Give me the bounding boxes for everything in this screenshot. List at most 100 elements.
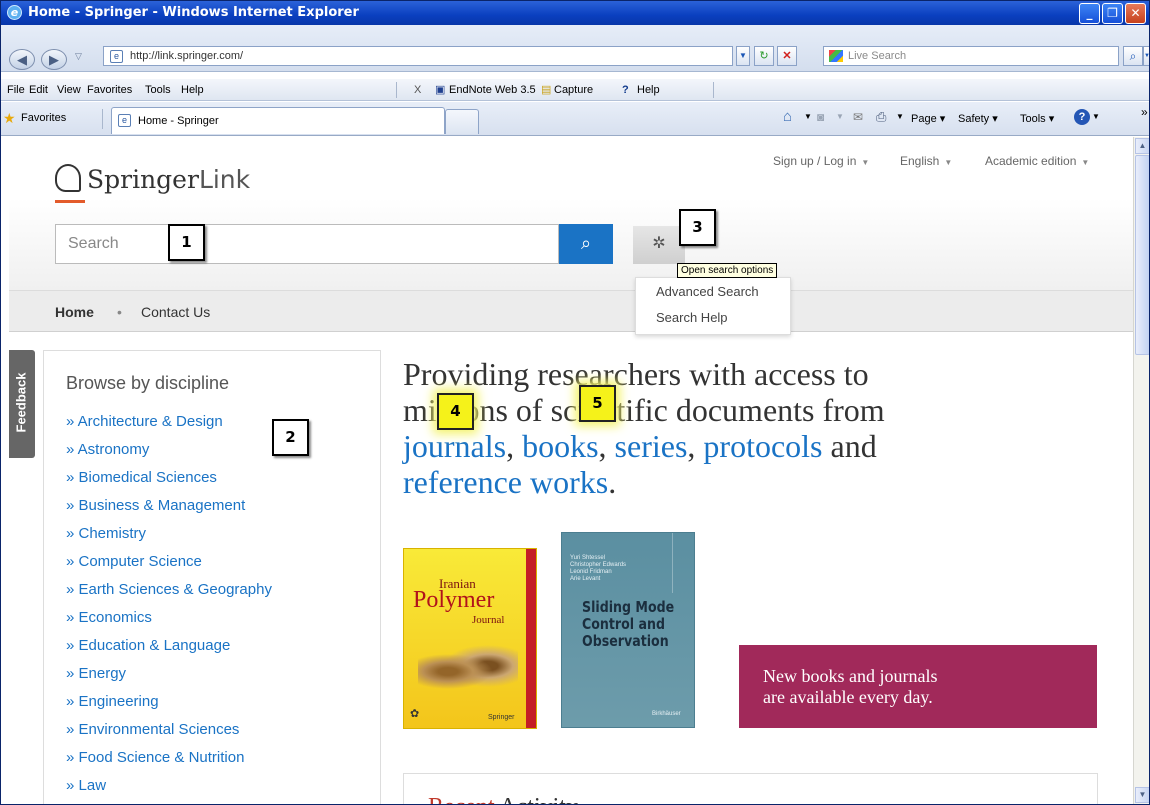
menu-tools[interactable]: Tools — [145, 79, 171, 101]
help-dropdown-icon[interactable]: ▼ — [1092, 112, 1100, 121]
hero-period: . — [608, 464, 617, 500]
close-button[interactable]: ✕ — [1125, 3, 1146, 24]
endnote-button[interactable]: EndNote Web 3.5 — [449, 79, 536, 101]
help-circle-icon[interactable]: ? — [1074, 109, 1090, 125]
address-dropdown-icon[interactable]: ▼ — [736, 46, 750, 66]
live-search-input[interactable]: Live Search — [823, 46, 1119, 66]
browse-heading: Browse by discipline — [66, 373, 230, 393]
hero-comma: , — [598, 428, 607, 464]
print-dropdown-icon[interactable]: ▼ — [896, 112, 904, 121]
cover-title-line: Sliding Mode — [582, 598, 675, 616]
tab-home-springer[interactable]: e Home - Springer — [111, 107, 445, 134]
browse-by-discipline-panel: Browse by discipline » Architecture & De… — [43, 350, 381, 804]
discipline-link[interactable]: » Energy — [66, 665, 126, 682]
discipline-link[interactable]: » Environmental Sciences — [66, 721, 239, 738]
nav-contact-link[interactable]: Contact Us — [141, 291, 210, 333]
chevron-more-icon[interactable]: » — [1141, 105, 1148, 119]
search-options-button[interactable]: ✲ — [633, 226, 685, 264]
discipline-link[interactable]: » Food Science & Nutrition — [66, 749, 244, 766]
discipline-link[interactable]: » Business & Management — [66, 497, 245, 514]
menu-edit[interactable]: Edit — [29, 79, 48, 101]
edition-label: Academic edition — [985, 154, 1077, 168]
iranian-polymer-journal-cover[interactable]: Iranian Polymer Journal ✿ Springer — [403, 548, 537, 729]
reference-works-link[interactable]: reference works — [403, 464, 608, 500]
callout-marker: 4 — [437, 393, 474, 430]
sliding-mode-book-cover[interactable]: Yuri Shtessel Christopher Edwards Leonid… — [561, 532, 695, 728]
help-icon: ? — [622, 84, 629, 96]
cover-stripe — [526, 549, 536, 728]
menu-favorites[interactable]: Favorites — [87, 79, 132, 101]
discipline-link[interactable]: » Biomedical Sciences — [66, 469, 217, 486]
page-menu-button[interactable]: Page ▾ — [911, 112, 945, 125]
search-options-dropdown-icon[interactable]: ▼ — [1143, 46, 1149, 66]
recent-word: Recent — [428, 794, 495, 804]
menu-bar: File Edit View Favorites Tools Help X ▣ … — [1, 79, 1149, 101]
discipline-link[interactable]: » Architecture & Design — [66, 413, 223, 430]
books-link[interactable]: books — [522, 428, 598, 464]
protocols-link[interactable]: protocols — [703, 428, 822, 464]
springerlink-logo[interactable]: SpringerLink — [55, 164, 250, 203]
hero-line-1: Providing researchers with access to — [403, 356, 869, 392]
signup-login-link[interactable]: Sign up / Log in ▼ — [773, 154, 869, 168]
home-icon[interactable]: ⌂ — [783, 108, 792, 125]
journals-link[interactable]: journals — [403, 428, 506, 464]
advanced-search-link[interactable]: Advanced Search — [656, 284, 759, 299]
discipline-link[interactable]: » Chemistry — [66, 525, 146, 542]
minimize-button[interactable]: _ — [1079, 3, 1100, 24]
cover-author: Arie Levant — [570, 576, 601, 582]
refresh-icon[interactable]: ↻ — [754, 46, 774, 66]
search-button[interactable]: ⌕ — [559, 224, 613, 264]
address-field[interactable]: e http://link.springer.com/ — [103, 46, 733, 66]
discipline-link[interactable]: » Engineering — [66, 693, 159, 710]
menu-help[interactable]: Help — [181, 79, 204, 101]
menu-view[interactable]: View — [57, 79, 81, 101]
language-selector[interactable]: English ▼ — [900, 154, 952, 168]
discipline-link[interactable]: » Economics — [66, 609, 152, 626]
favorites-button[interactable]: Favorites — [21, 112, 66, 124]
series-link[interactable]: series — [615, 428, 688, 464]
discipline-link[interactable]: » Education & Language — [66, 637, 230, 654]
edition-selector[interactable]: Academic edition ▼ — [985, 154, 1089, 168]
feeds-dropdown-icon[interactable]: ▼ — [836, 112, 844, 121]
nav-home-link[interactable]: Home — [55, 291, 94, 333]
forward-button[interactable]: ▶ — [41, 49, 67, 70]
cover-title-line: Observation — [582, 632, 669, 650]
close-toolbar-icon[interactable]: X — [414, 79, 421, 101]
recent-activity-heading: Recent Activity — [428, 794, 578, 804]
toolbar-separator — [713, 82, 714, 98]
vertical-scrollbar[interactable]: ▲ ▼ — [1133, 137, 1149, 804]
cover-publisher: Springer — [488, 714, 515, 721]
feedback-tab[interactable]: Feedback — [9, 350, 35, 458]
capture-button[interactable]: Capture — [554, 79, 593, 101]
search-input[interactable]: Search — [55, 224, 559, 264]
back-button[interactable]: ◀ — [9, 49, 35, 70]
discipline-link[interactable]: » Computer Science — [66, 553, 202, 570]
cover-author: Yuri Shtessel — [570, 555, 606, 561]
search-go-icon[interactable]: ⌕ — [1123, 46, 1143, 66]
recent-pages-dropdown-icon[interactable]: ▽ — [75, 51, 82, 62]
stop-icon[interactable]: ✕ — [777, 46, 797, 66]
discipline-link[interactable]: » Earth Sciences & Geography — [66, 581, 272, 598]
search-options-tooltip: Open search options — [677, 263, 778, 278]
maximize-button[interactable]: ❐ — [1102, 3, 1123, 24]
home-dropdown-icon[interactable]: ▼ — [804, 112, 812, 121]
scroll-down-icon[interactable]: ▼ — [1135, 787, 1149, 803]
publisher-logo-icon: ✿ — [410, 708, 420, 720]
scroll-thumb[interactable] — [1135, 155, 1149, 355]
discipline-link[interactable]: » Law — [66, 777, 106, 794]
new-content-banner[interactable]: New books and journals are available eve… — [739, 645, 1097, 728]
safety-menu-button[interactable]: Safety ▾ — [958, 112, 998, 125]
tools-menu-button[interactable]: Tools ▾ — [1020, 112, 1054, 125]
print-icon[interactable]: ⎙ — [876, 109, 886, 125]
menu-file[interactable]: File — [7, 79, 25, 101]
scroll-up-icon[interactable]: ▲ — [1135, 138, 1149, 154]
new-tab-button[interactable] — [445, 109, 479, 134]
cover-title-line: Journal — [472, 614, 505, 626]
feeds-icon[interactable]: ◙ — [817, 110, 824, 124]
chevron-down-icon: ▼ — [944, 158, 953, 167]
search-help-link[interactable]: Search Help — [656, 310, 728, 325]
browser-window: e Home - Springer - Windows Internet Exp… — [0, 0, 1150, 805]
mail-icon[interactable]: ✉ — [853, 110, 863, 124]
toolbar-help-button[interactable]: Help — [637, 79, 660, 101]
discipline-link[interactable]: » Astronomy — [66, 441, 149, 458]
